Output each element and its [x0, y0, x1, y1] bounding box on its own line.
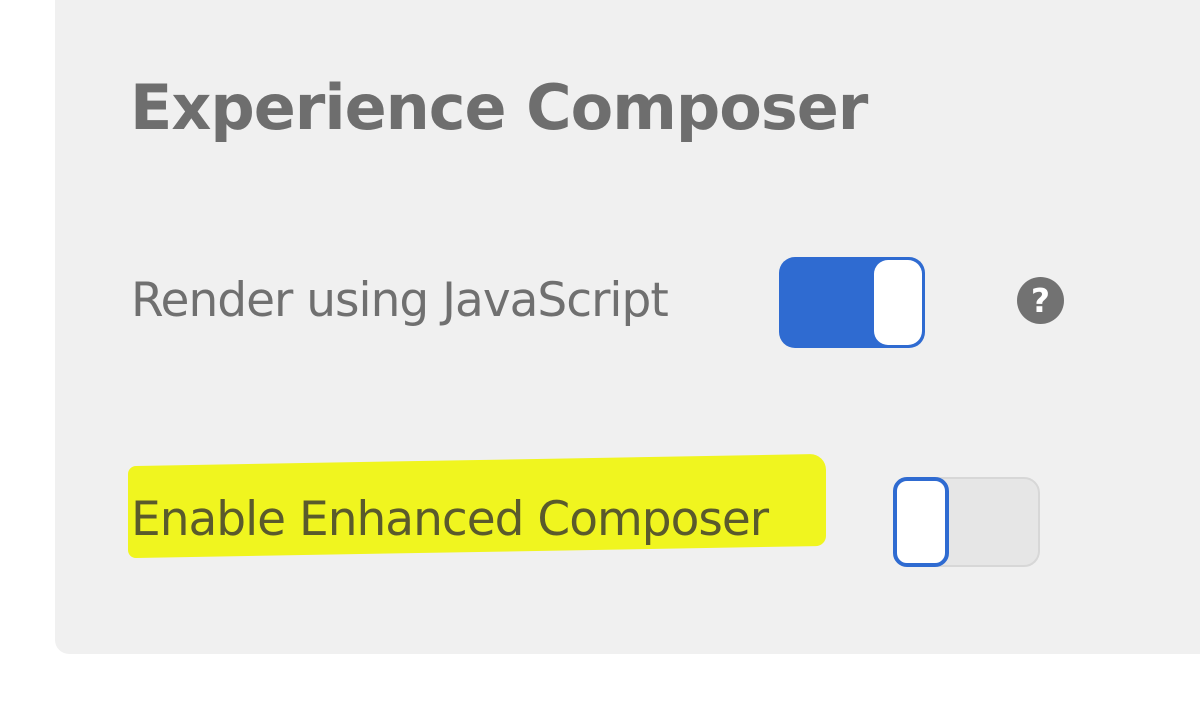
enable-enhanced-composer-label: Enable Enhanced Composer [131, 492, 769, 547]
enable-enhanced-composer-toggle-knob [893, 477, 949, 567]
question-circle-icon[interactable]: ? [1017, 277, 1064, 324]
render-using-javascript-label: Render using JavaScript [131, 273, 669, 328]
panel-title: Experience Composer [130, 71, 868, 144]
enable-enhanced-composer-toggle[interactable] [893, 477, 1040, 567]
render-using-javascript-toggle-knob [874, 260, 922, 345]
render-using-javascript-toggle[interactable] [779, 257, 925, 348]
